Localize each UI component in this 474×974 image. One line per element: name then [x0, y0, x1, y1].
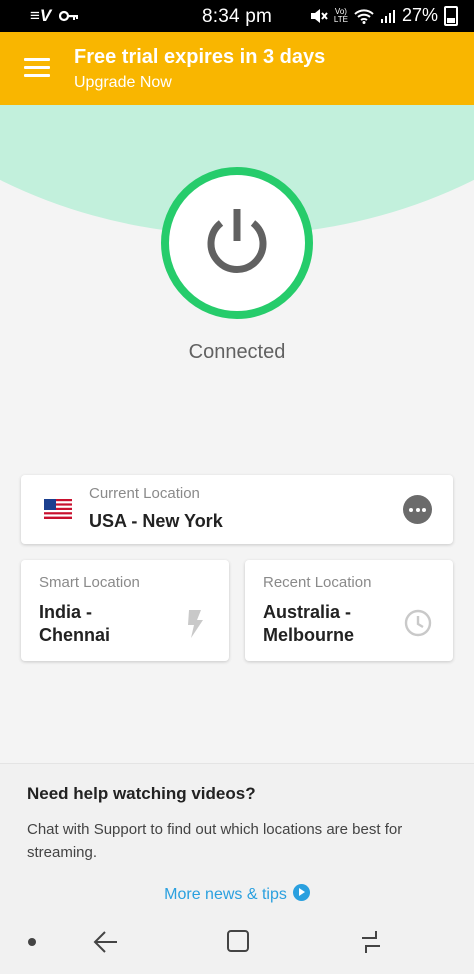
mute-icon: [310, 8, 328, 23]
current-location-card[interactable]: Current Location USA - New York: [21, 475, 453, 544]
smart-location-line1: India -: [39, 602, 92, 622]
battery-percent: 27%: [401, 5, 438, 25]
news-title: Need help watching videos?: [27, 784, 256, 803]
play-icon[interactable]: [292, 884, 310, 901]
status-bar: ≡V 8:34 pm Vo) LTE 27%: [0, 0, 474, 32]
news-body: Chat with Support to find out which loca…: [27, 821, 403, 861]
signal-icon: [380, 9, 395, 23]
clock-icon: [404, 609, 432, 637]
trial-banner-title: Free trial expires in 3 days: [74, 46, 326, 68]
smart-location-card[interactable]: Smart Location India - Chennai: [21, 560, 229, 661]
navigation-bar: [0, 916, 474, 974]
power-icon: [207, 209, 267, 273]
wifi-icon: [354, 8, 374, 24]
more-news-link[interactable]: More news & tips: [0, 884, 474, 904]
connection-status: Connected: [188, 341, 286, 363]
upgrade-now-link[interactable]: Upgrade Now: [74, 74, 172, 92]
smart-location-line2: Chennai: [39, 625, 111, 645]
recents-icon[interactable]: [358, 929, 384, 955]
recent-location-label: Recent Location: [263, 574, 372, 591]
recent-location-line2: Melbourne: [263, 625, 355, 645]
nav-dot-icon: [28, 938, 36, 946]
battery-icon: [444, 5, 458, 26]
back-icon[interactable]: [93, 929, 119, 955]
us-flag-icon: [44, 499, 72, 519]
news-section: Need help watching videos? Chat with Sup…: [0, 763, 474, 917]
current-location-value: USA - New York: [89, 511, 223, 531]
current-location-label: Current Location: [89, 485, 200, 502]
recent-location-line1: Australia -: [263, 602, 352, 622]
hamburger-menu-icon[interactable]: [24, 58, 50, 78]
more-news-label[interactable]: More news & tips: [164, 886, 287, 903]
power-button[interactable]: [161, 167, 313, 319]
smart-location-value: India - Chennai: [39, 601, 110, 647]
more-options-icon[interactable]: [403, 495, 432, 524]
status-right-icons: Vo) LTE 27%: [310, 5, 458, 26]
smart-location-label: Smart Location: [39, 574, 140, 591]
recent-location-card[interactable]: Recent Location Australia - Melbourne: [245, 560, 453, 661]
trial-banner[interactable]: Free trial expires in 3 days Upgrade Now: [0, 32, 474, 105]
home-icon[interactable]: [226, 929, 250, 953]
volte-icon: Vo) LTE: [333, 6, 348, 24]
lightning-icon: [188, 610, 203, 638]
recent-location-value: Australia - Melbourne: [263, 601, 354, 647]
connection-hero: Connected: [0, 105, 474, 415]
